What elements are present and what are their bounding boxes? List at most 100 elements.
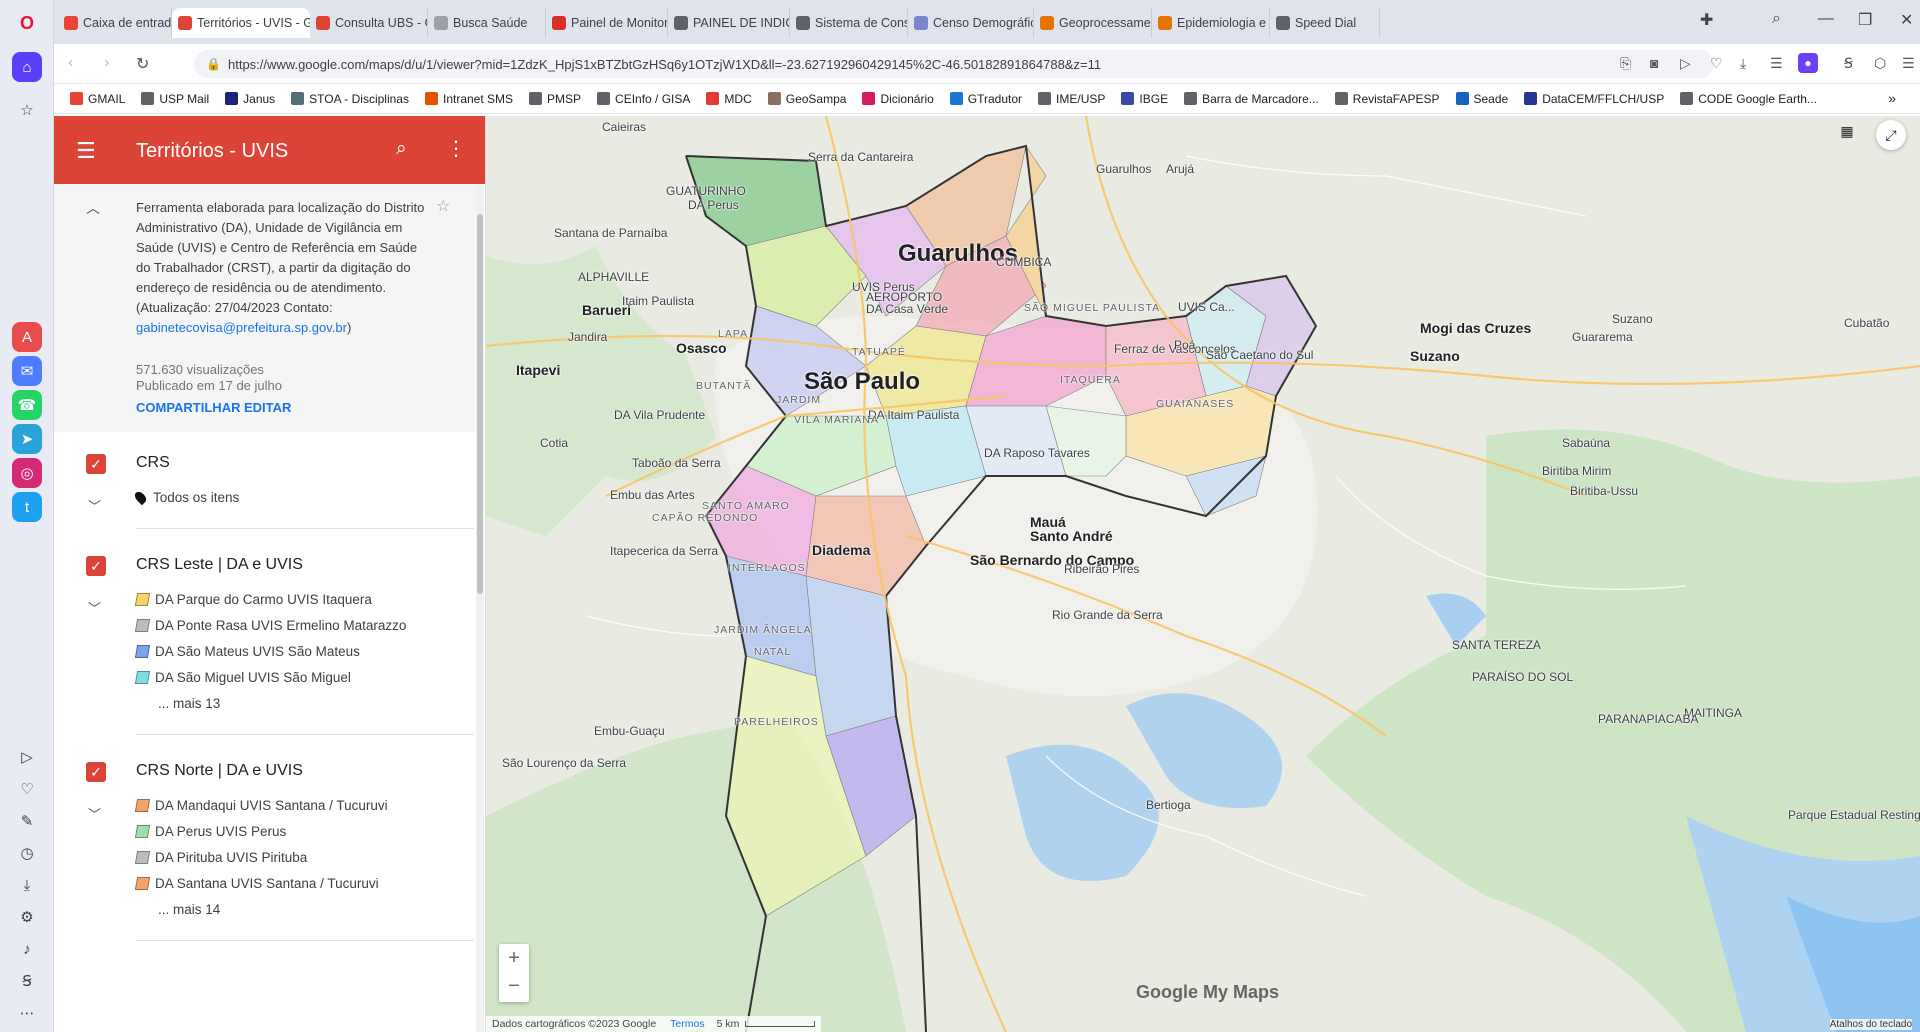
layer-item[interactable]: DA São Mateus UVIS São Mateus [134,644,360,659]
browser-tab[interactable]: Caixa de entrada (20) [58,8,172,38]
fullscreen-button[interactable]: ⤢ [1876,120,1906,150]
layer-item[interactable]: DA Parque do Carmo UVIS Itaquera [134,592,372,607]
bookmark-item[interactable]: GMAIL [70,92,125,106]
easy-setup-icon[interactable]: ☰ [1902,55,1915,72]
edit-button[interactable]: EDITAR [244,400,291,415]
bookmark-item[interactable]: GTradutor [949,92,1022,106]
menu-icon[interactable]: ☰ [76,138,96,164]
zoom-out-button[interactable]: − [499,972,529,1000]
browser-tab[interactable]: Speed Dial [1270,8,1380,38]
search-icon[interactable]: ⌕ [396,138,407,160]
new-tab-button[interactable]: ✚ [1700,10,1713,30]
bookmark-item[interactable]: USP Mail [141,92,209,106]
layer-item[interactable]: DA São Miguel UVIS São Miguel [134,670,351,685]
layer-expand-chevron-icon[interactable]: ﹀ [88,598,101,617]
layer-name[interactable]: CRS Norte | DA e UVIS [136,762,303,780]
bookmark-item[interactable]: Janus [225,92,275,106]
bookmark-item[interactable]: RevistaFAPESP [1334,92,1440,106]
favorite-icon[interactable]: ♡ [1710,55,1723,72]
bookmarks-overflow-icon[interactable]: » [1888,90,1896,106]
layer-item[interactable]: Todos os itens [132,489,239,506]
layer-name[interactable]: CRS Leste | DA e UVIS [136,556,303,574]
browser-tab[interactable]: Busca Saúde [428,8,546,38]
layer-item[interactable]: DA Pirituba UVIS Pirituba [134,850,307,865]
layer-expand-chevron-icon[interactable]: ﹀ [88,496,101,515]
bookmark-item[interactable]: IBGE [1121,92,1168,106]
close-button[interactable]: ✕ [1900,10,1913,30]
download-icon[interactable]: ⤓ [1740,55,1746,72]
screenshot-icon[interactable]: ⎘ [1620,55,1631,72]
layer-more-link[interactable]: ... mais 13 [158,696,220,711]
extension-icon[interactable]: Ꞩ [1844,55,1853,72]
browser-tab[interactable]: Painel de Monitorame [546,8,668,38]
bookmark-item[interactable]: STOA - Disciplinas [291,92,409,106]
heart-icon[interactable]: ♡ [12,774,42,804]
layer-checkbox[interactable]: ✓ [86,762,106,782]
bookmark-item[interactable]: IME/USP [1038,92,1105,106]
instagram-icon[interactable]: ◎ [12,458,42,488]
messenger-icon[interactable]: ✉ [12,356,42,386]
bookmark-item[interactable]: PMSP [529,92,581,106]
star-icon[interactable]: ☆ [436,196,450,216]
bookmark-item[interactable]: CODE Google Earth... [1680,92,1817,106]
home-icon[interactable]: ⌂ [12,52,42,82]
map-canvas[interactable]: Guarulhos São Paulo Osasco Barueri Itapevi Su… [486,116,1920,1032]
browser-tab[interactable]: Territórios - UVIS - Googl [172,8,310,38]
bookmark-item[interactable]: MDC [706,92,752,106]
contact-email-link[interactable]: gabinetecovisa@prefeitura.sp.gov.br [136,320,347,335]
bookmark-item[interactable]: CEInfo / GISA [597,92,690,106]
translate-icon[interactable]: Ꞩ [12,966,42,996]
camera-icon[interactable]: ◙ [1650,55,1658,71]
layer-checkbox[interactable]: ✓ [86,454,106,474]
profile-icon[interactable]: ● [1798,53,1818,73]
panel-scrollbar[interactable] [476,184,484,1032]
minimize-button[interactable]: — [1818,10,1834,28]
collapse-chevron-icon[interactable]: ︿ [86,198,100,218]
terms-link[interactable]: Termos [670,1018,704,1030]
star-icon[interactable]: ☆ [12,95,42,125]
history-icon[interactable]: ◷ [12,838,42,868]
share-button[interactable]: COMPARTILHAR [136,400,240,415]
browser-tab[interactable]: Epidemiologia e Infor [1152,8,1270,38]
aria-icon[interactable]: A [12,322,42,352]
bookmark-item[interactable]: Seade [1455,92,1508,106]
layer-item[interactable]: DA Santana UVIS Santana / Tucuruvi [134,876,379,891]
opera-logo-icon[interactable]: O [12,8,42,38]
more-options-icon[interactable]: ⋮ [446,136,466,161]
player-icon[interactable]: ▷ [12,742,42,772]
layer-expand-chevron-icon[interactable]: ﹀ [88,804,101,823]
layer-checkbox[interactable]: ✓ [86,556,106,576]
layer-item[interactable]: DA Perus UVIS Perus [134,824,286,839]
send-icon[interactable]: ▷ [1680,55,1691,72]
telegram-icon[interactable]: ➤ [12,424,42,454]
bookmark-item[interactable]: GeoSampa [767,92,846,106]
edit-icon[interactable]: ✎ [12,806,42,836]
layer-item[interactable]: DA Ponte Rasa UVIS Ermelino Matarazzo [134,618,406,633]
url-field[interactable]: 🔒 https://www.google.com/maps/d/u/1/view… [194,50,1714,78]
search-tabs-icon[interactable]: ⌕ [1772,10,1781,28]
tips-icon[interactable]: ♪ [12,934,42,964]
twitter-icon[interactable]: t [12,492,42,522]
download-icon[interactable]: ⤓ [12,870,42,900]
reload-button[interactable]: ↻ [136,54,149,74]
bookmark-item[interactable]: DataCEM/FFLCH/USP [1524,92,1664,106]
whatsapp-icon[interactable]: ☎ [12,390,42,420]
browser-tab[interactable]: Consulta UBS - Googl [310,8,428,38]
browser-tab[interactable]: Sistema de Consulta [790,8,908,38]
settings-icon[interactable]: ⚙ [12,902,42,932]
bookmark-item[interactable]: Barra de Marcadore... [1184,92,1319,106]
apps-grid-icon[interactable]: ▦ [1832,116,1862,146]
back-button[interactable]: ‹ [68,54,73,72]
bookmark-item[interactable]: Intranet SMS [424,92,513,106]
browser-tab[interactable]: Geoprocessamento e [1034,8,1152,38]
more-icon[interactable]: ⋯ [12,998,42,1028]
browser-tab[interactable]: PAINEL DE INDICADO [668,8,790,38]
keyboard-shortcuts-link[interactable]: Atalhos do teclado [1829,1019,1912,1030]
forward-button[interactable]: › [104,54,109,72]
bookmark-item[interactable]: Dicionário [862,92,934,106]
layer-name[interactable]: CRS [136,454,170,472]
browser-tab[interactable]: Censo Demográfico 2 [908,8,1034,38]
maximize-button[interactable]: ❐ [1858,10,1872,30]
layer-item[interactable]: DA Mandaqui UVIS Santana / Tucuruvi [134,798,388,813]
cube-icon[interactable]: ⬡ [1874,55,1886,72]
